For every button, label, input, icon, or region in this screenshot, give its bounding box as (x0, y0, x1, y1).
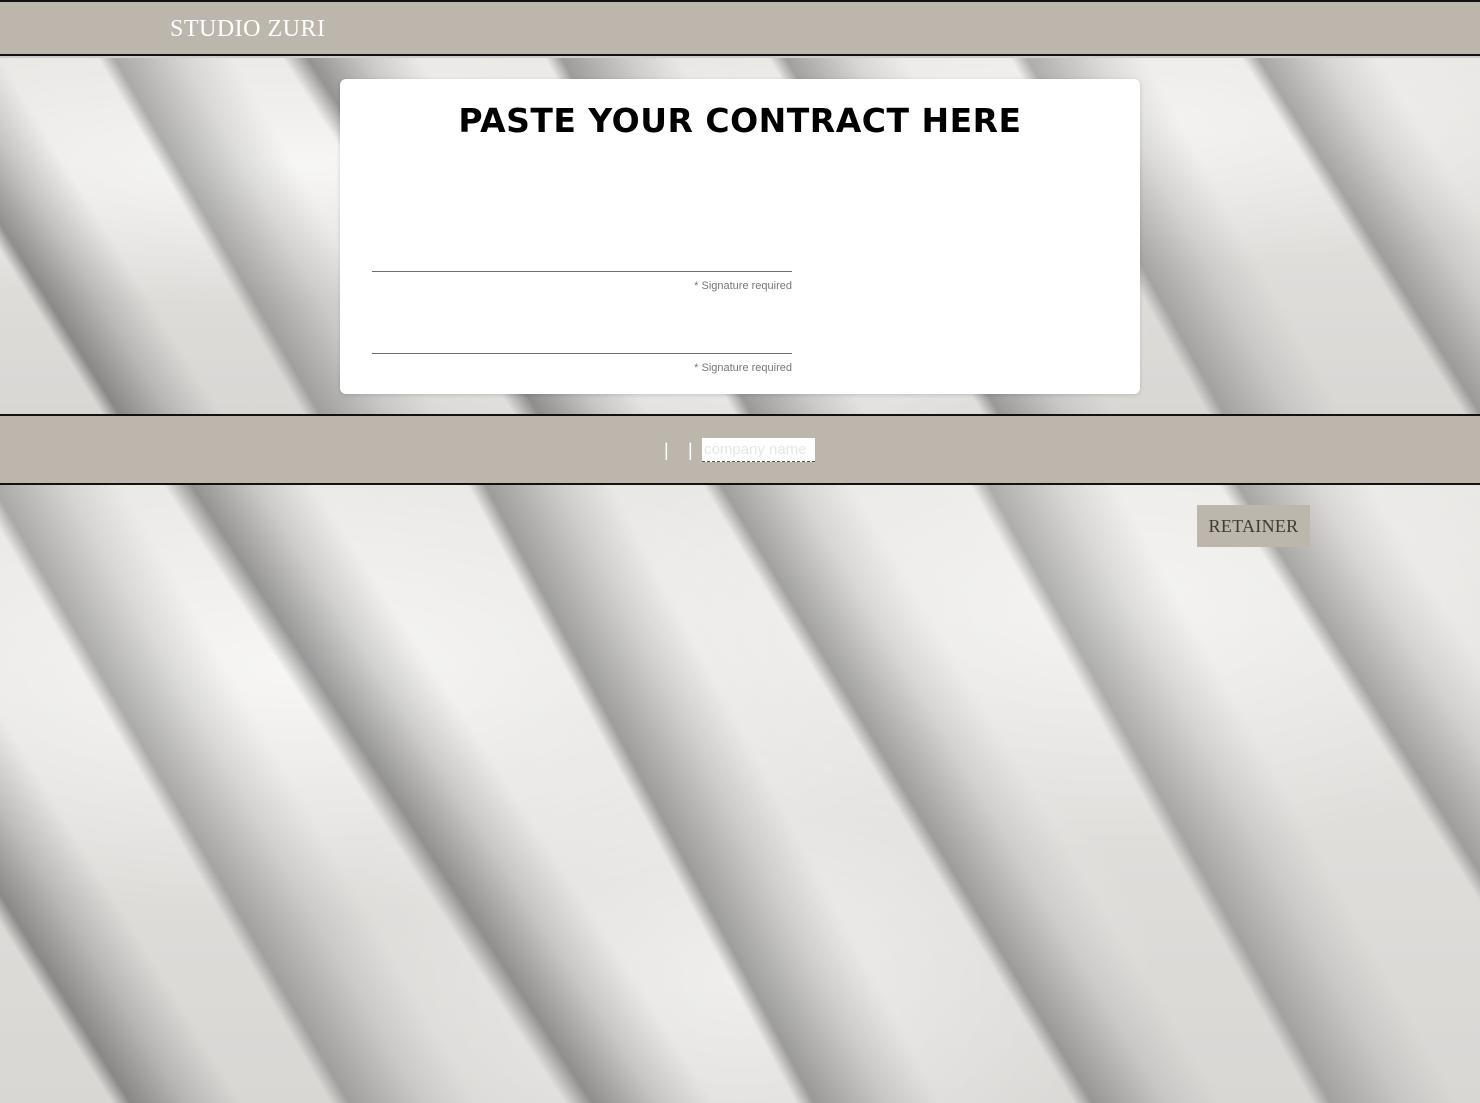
company-name-input[interactable] (702, 438, 815, 462)
contract-title: PASTE YOUR CONTRACT HERE (458, 101, 1022, 140)
retainer-button[interactable]: RETAINER (1197, 505, 1310, 547)
brand-logo-text[interactable]: STUDIO ZURI (170, 16, 326, 43)
signature-field-1[interactable] (372, 271, 792, 272)
separator: | (664, 440, 669, 460)
signature-required-note-2: * Signature required (694, 362, 792, 374)
signature-field-2[interactable] (372, 353, 792, 354)
marble-background-bottom (0, 484, 1480, 1103)
separator: | (688, 440, 693, 460)
company-band: | | (0, 414, 1480, 485)
contract-card: PASTE YOUR CONTRACT HERE * Signature req… (340, 79, 1140, 394)
site-header: STUDIO ZURI (0, 0, 1480, 56)
signature-required-note-1: * Signature required (694, 280, 792, 292)
